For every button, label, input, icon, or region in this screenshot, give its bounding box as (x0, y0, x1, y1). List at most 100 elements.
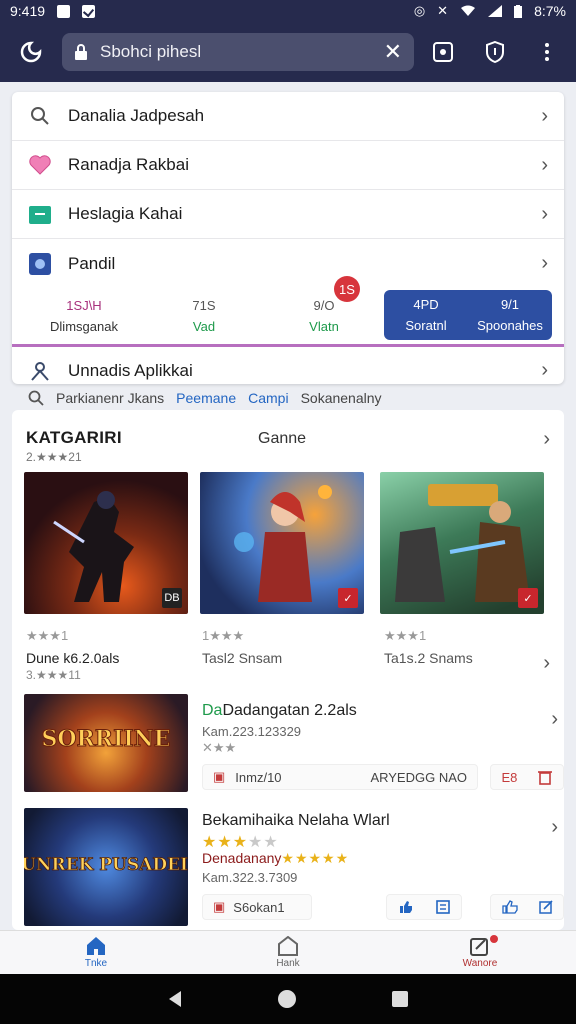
status-bar: 9:419 ◎ ✕ 8:7% (0, 0, 576, 22)
thumbnail-badge: ✓ (518, 588, 538, 608)
category-tab[interactable]: Ganne (258, 430, 306, 448)
stat-item[interactable]: 1SJ\H Dlimsganak (24, 288, 144, 344)
nav-second[interactable]: Hank (192, 931, 384, 974)
edit-icon[interactable] (538, 900, 553, 914)
action-buttons[interactable]: E8 (490, 764, 564, 790)
trash-icon[interactable] (538, 769, 553, 785)
list-item-title: Bekamihaika Nelaha Wlarl (202, 812, 390, 829)
info-bar[interactable]: ▣ S6okan1 (202, 894, 312, 920)
stat-item: 9/1 Spoonahes (468, 290, 552, 340)
filter-line: Parkianenr Jkans Peemane Campi Sokanenal… (28, 388, 568, 408)
info-bar-left: S6okan1 (233, 899, 285, 915)
install-row[interactable]: Unnadis Aplikkai › (12, 347, 564, 394)
nav-badge (490, 935, 498, 943)
chevron-right-icon: › (541, 104, 548, 127)
stat-label: Dlimsganak (50, 319, 118, 334)
home-icon (87, 937, 105, 955)
game-logo: TUNREK PUSADEIN (24, 855, 188, 876)
stars: ★★★ (202, 834, 249, 851)
game-title[interactable]: Ta1s.2 Snams (384, 650, 473, 666)
signal-icon (488, 5, 503, 17)
game-title[interactable]: Dune k6.2.0als (26, 650, 119, 666)
svg-text:TUNREK PUSADEIN: TUNREK PUSADEIN (24, 855, 188, 875)
lock-icon (75, 44, 87, 60)
game-thumbnail[interactable]: SORRIINE (24, 694, 188, 792)
game-thumbnail[interactable]: TUNREK PUSADEIN (24, 808, 188, 926)
action-buttons[interactable] (490, 894, 564, 920)
shape-icon (278, 936, 298, 956)
filter-link[interactable]: Campi (248, 390, 288, 406)
action-buttons[interactable] (386, 894, 462, 920)
nav-label: Tnke (84, 958, 108, 969)
thumbnail-badge: ✓ (338, 588, 358, 608)
stat-item[interactable]: 71S Vad (144, 288, 264, 344)
suggestion-label: Heslagia Kahai (68, 204, 183, 223)
suggestion-row[interactable]: Ranadja Rakbai › (12, 141, 564, 190)
nav-label: Wanore (462, 958, 498, 969)
bottom-navigation: Tnke Hank Wanore (0, 930, 576, 974)
nav-label: Hank (276, 958, 300, 969)
notification-badge: 1S (334, 276, 360, 302)
shield-icon[interactable] (480, 37, 510, 67)
title-highlight: Da (202, 702, 223, 719)
stat-value: 9/1 (500, 297, 520, 312)
gift-icon: ▣ (213, 769, 226, 784)
list-item[interactable]: TUNREK PUSADEIN Bekamihaika Nelaha Wlarl… (24, 808, 564, 926)
info-bar-right: ARYEDGG NAO (370, 769, 467, 785)
url-input[interactable]: Sbohci pihesl ✕ (62, 33, 414, 71)
list-item[interactable]: SORRIINE DaDadangatan 2.2als Kam.223.123… (24, 694, 564, 794)
chevron-right-icon: › (541, 252, 548, 274)
stat-item[interactable]: 9/O Vlatn (264, 288, 384, 344)
chevron-right-icon[interactable]: › (551, 816, 558, 839)
filter-link[interactable]: Peemane (176, 390, 236, 406)
home-circle-icon[interactable] (277, 989, 297, 1009)
stat-value: 4PD (413, 297, 439, 312)
suggestion-row[interactable]: Heslagia Kahai › (12, 190, 564, 239)
chevron-right-icon[interactable]: › (543, 652, 550, 675)
status-time: 9:419 (10, 3, 46, 19)
info-bar[interactable]: ▣ Inmz/10 ARYEDGG NAO (202, 764, 478, 790)
gift-icon: ▣ (213, 899, 226, 914)
back-icon[interactable] (167, 990, 183, 1008)
nav-third[interactable]: Wanore (384, 931, 576, 974)
game-rating: ★★★1 (384, 628, 427, 643)
clear-url-icon[interactable]: ✕ (384, 39, 402, 65)
chevron-right-icon[interactable]: › (551, 708, 558, 731)
thumb-up-icon[interactable] (399, 900, 413, 914)
check-notification-icon (82, 4, 96, 18)
list-item-meta: Kam.322.3.7309 (202, 870, 298, 885)
url-text: Sbohci pihesl (100, 42, 202, 61)
game-thumbnail[interactable]: DB (24, 472, 188, 614)
like-icon[interactable] (501, 900, 518, 914)
suggestion-row[interactable]: Pandil › (12, 239, 564, 288)
heart-icon (28, 153, 52, 177)
recents-icon[interactable] (391, 990, 409, 1008)
suggestion-label: Danalia Jadpesah (68, 106, 205, 125)
category-subtitle: 2.★★★21 (26, 450, 82, 464)
game-title[interactable]: Tasl2 Snsam (202, 650, 282, 666)
menu-icon[interactable] (532, 37, 562, 67)
stat-label: Vad (192, 319, 216, 334)
title-text: Dadangatan 2.2als (222, 702, 357, 719)
battery-icon (514, 4, 523, 18)
person-icon (28, 359, 52, 383)
search-icon (28, 104, 52, 128)
stat-highlight[interactable]: 4PD Soratnl 9/1 Spoonahes (384, 290, 552, 340)
suggestion-row[interactable]: Danalia Jadpesah › (12, 92, 564, 141)
chevron-right-icon[interactable]: › (543, 428, 550, 451)
game-thumbnail[interactable]: ✓ (200, 472, 364, 614)
stats-strip: 1SJ\H Dlimsganak 71S Vad 9/O Vlatn 4PD S… (24, 276, 552, 344)
action-left[interactable]: E8 (502, 770, 518, 785)
game-thumbnail[interactable]: ✓ (380, 472, 544, 614)
list-icon[interactable] (435, 900, 450, 914)
browser-logo-icon[interactable] (14, 35, 48, 69)
game-subtitle: 3.★★★11 (26, 668, 81, 682)
nav-home[interactable]: Tnke (0, 931, 192, 974)
chevron-right-icon: › (541, 202, 548, 225)
install-label: Unnadis Aplikkai (68, 360, 193, 380)
svg-text:SORRIINE: SORRIINE (41, 726, 170, 752)
list-item-meta: Kam.223.123329 (202, 724, 302, 739)
stat-label: Vlatn (309, 319, 339, 334)
tabs-button[interactable] (428, 37, 458, 67)
search-icon[interactable] (28, 390, 44, 406)
